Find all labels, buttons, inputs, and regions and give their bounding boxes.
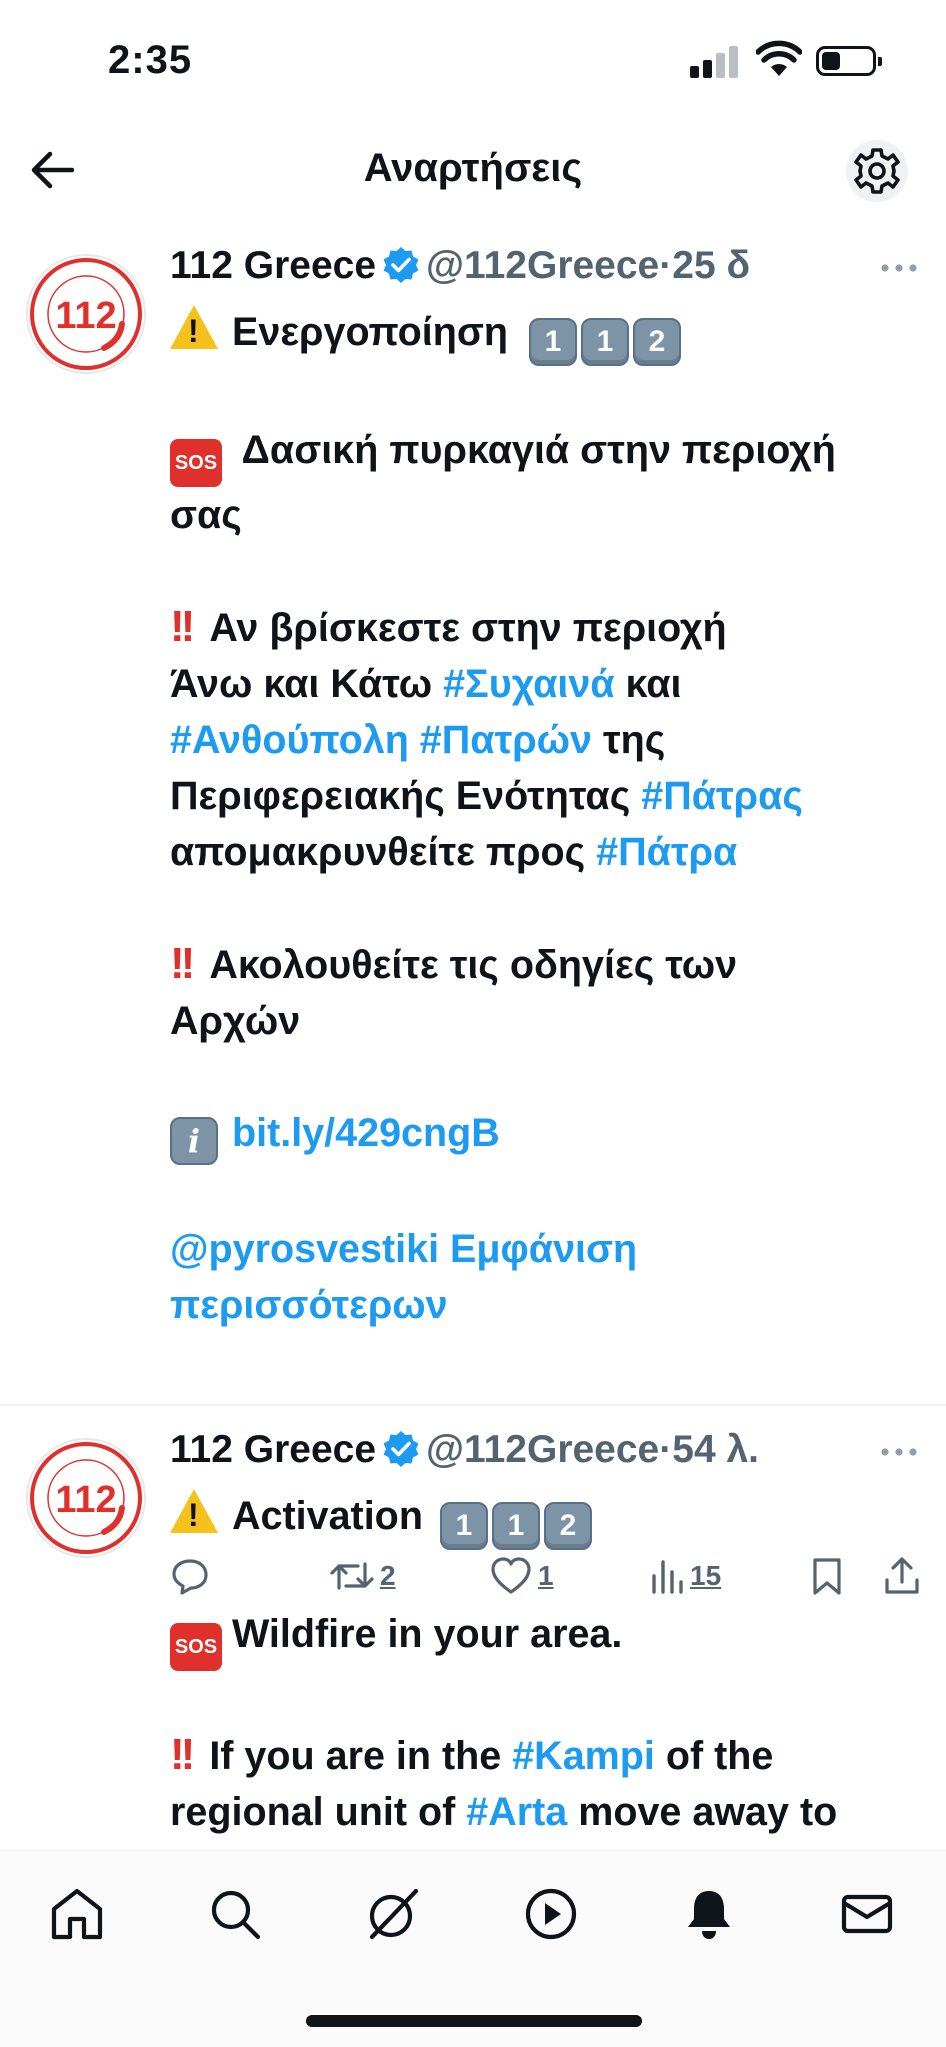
- keycap-1-icon: 1: [491, 1502, 540, 1550]
- tweet-line: #Ανθούπολη #Πατρών της: [170, 718, 666, 762]
- 112-logo-icon: 112: [30, 258, 142, 370]
- hashtag-link[interactable]: #Arta: [170, 1840, 930, 1850]
- avatar[interactable]: 112: [26, 1438, 146, 1558]
- separator-dot: ·: [659, 244, 673, 287]
- more-options-button[interactable]: [874, 1432, 924, 1472]
- tweet-line: SOS Wildfire in your area.: [170, 1606, 930, 1671]
- url-link[interactable]: bit.ly/429cngB: [232, 1111, 500, 1155]
- double-exclamation-emoji-icon: !!: [170, 602, 195, 651]
- warning-emoji-icon: [170, 305, 218, 349]
- separator-dot: ·: [659, 1428, 673, 1471]
- tweet-line: απομακρυνθείτε προς #Πάτρα: [170, 830, 738, 874]
- keycap-1-icon: 1: [439, 1502, 488, 1550]
- user-handle[interactable]: @112Greece: [426, 244, 659, 287]
- keycap-1-icon: 1: [581, 318, 630, 366]
- home-icon: [51, 1888, 103, 1940]
- nav-home[interactable]: [44, 1881, 110, 1947]
- hashtag-link[interactable]: #Arta: [466, 1790, 567, 1834]
- hashtag-link[interactable]: #Πάτρας: [641, 774, 803, 818]
- more-dots-icon: [881, 1448, 917, 1456]
- nav-video[interactable]: [518, 1881, 584, 1947]
- warning-emoji-icon: [170, 1489, 218, 1533]
- more-dots-icon: [881, 264, 917, 272]
- settings-button[interactable]: [846, 140, 908, 202]
- tweet-line: Περιφερειακής Ενότητας #Πάτρας: [170, 774, 803, 818]
- battery-icon: [816, 46, 882, 76]
- keycap-2-icon: 2: [633, 318, 682, 366]
- tweet-line: σας: [170, 493, 242, 537]
- bell-icon: [688, 1891, 730, 1939]
- mention-show-more-link[interactable]: @pyrosvestiki Εμφάνιση: [170, 1221, 930, 1277]
- wifi-icon: [756, 40, 802, 76]
- hashtag-link[interactable]: #Συχαινά: [443, 662, 614, 706]
- tweet-line: Ενεργοποίηση 112: [170, 304, 930, 366]
- sos-emoji-icon: SOS: [170, 439, 222, 487]
- tweet-text: Ενεργοποίηση 112 SOS Δασική πυρκαγιά στη…: [170, 304, 930, 1333]
- mail-icon: [841, 1894, 893, 1934]
- tweet-time[interactable]: 25 δ: [672, 244, 750, 287]
- sos-emoji-icon: SOS: [170, 1623, 222, 1671]
- user-handle[interactable]: @112Greece: [426, 1428, 659, 1471]
- tweet[interactable]: 112 112 Greece@112Greece·54 λ. Activatio…: [0, 1410, 946, 1850]
- info-emoji-icon: i: [170, 1117, 218, 1165]
- avatar[interactable]: 112: [26, 254, 146, 374]
- tweet-line: SOS Δασική πυρκαγιά στην περιοχή: [170, 422, 930, 487]
- tweet-line: i bit.ly/429cngB: [170, 1105, 930, 1165]
- tweet-time[interactable]: 54 λ.: [672, 1428, 759, 1471]
- tweet-header: 112 Greece @112Greece·25 δ: [170, 244, 930, 304]
- status-time: 2:35: [108, 38, 193, 82]
- tweet-line: !! Αν βρίσκεστε στην περιοχή: [170, 599, 930, 656]
- search-icon: [211, 1890, 261, 1940]
- play-video-icon: [525, 1888, 577, 1940]
- double-exclamation-emoji-icon: !!: [170, 1730, 195, 1779]
- more-options-button[interactable]: [874, 248, 924, 288]
- gear-icon: [854, 148, 900, 194]
- tweet-line: !! Ακολουθείτε τις οδηγίες των: [170, 936, 930, 993]
- nav-search[interactable]: [202, 1881, 268, 1947]
- nav-messages[interactable]: [834, 1881, 900, 1947]
- verified-badge-icon: [383, 1431, 419, 1467]
- hashtag-link[interactable]: #Πάτρα: [596, 830, 737, 874]
- display-name[interactable]: 112 Greece: [170, 244, 376, 287]
- tweet-line: !! If you are in the #Kampi of the: [170, 1727, 930, 1784]
- verified-badge-icon: [383, 247, 419, 283]
- tweet-line: Άνω και Κάτω #Συχαινά και: [170, 662, 682, 706]
- tweet-text: Activation 112 SOSWildfire in your area.…: [170, 1488, 930, 1850]
- show-more-link[interactable]: περισσότερων: [170, 1277, 930, 1333]
- tweet-line: Activation 112: [170, 1488, 930, 1550]
- hashtag-link[interactable]: #Kampi: [512, 1734, 655, 1778]
- home-indicator[interactable]: [306, 2015, 642, 2027]
- tweet-line: regional unit of #Arta move away to: [170, 1790, 838, 1834]
- signal-icon: [690, 46, 740, 78]
- nav-notifications[interactable]: [676, 1881, 742, 1947]
- status-bar: 2:35: [0, 0, 946, 120]
- svg-text:112: 112: [55, 1479, 116, 1521]
- svg-text:112: 112: [55, 295, 116, 337]
- keycap-1-icon: 1: [529, 318, 578, 366]
- keycap-2-icon: 2: [543, 1502, 592, 1550]
- top-app-bar: Αναρτήσεις: [0, 120, 946, 220]
- page-title: Αναρτήσεις: [363, 146, 583, 190]
- display-name[interactable]: 112 Greece: [170, 1428, 376, 1471]
- 112-logo-icon: 112: [30, 1442, 142, 1554]
- double-exclamation-emoji-icon: !!: [170, 939, 195, 988]
- tweet-line: Αρχών: [170, 999, 301, 1043]
- nav-grok[interactable]: [360, 1881, 426, 1947]
- hashtag-link[interactable]: #Ανθούπολη #Πατρών: [170, 718, 592, 762]
- tweet-header: 112 Greece @112Greece·54 λ.: [170, 1428, 930, 1488]
- grok-icon: [369, 1888, 419, 1940]
- bottom-navigation: [0, 1850, 946, 2047]
- tweet[interactable]: 112 112 Greece@112Greece·25 δ Ενεργοποίη…: [0, 226, 946, 1595]
